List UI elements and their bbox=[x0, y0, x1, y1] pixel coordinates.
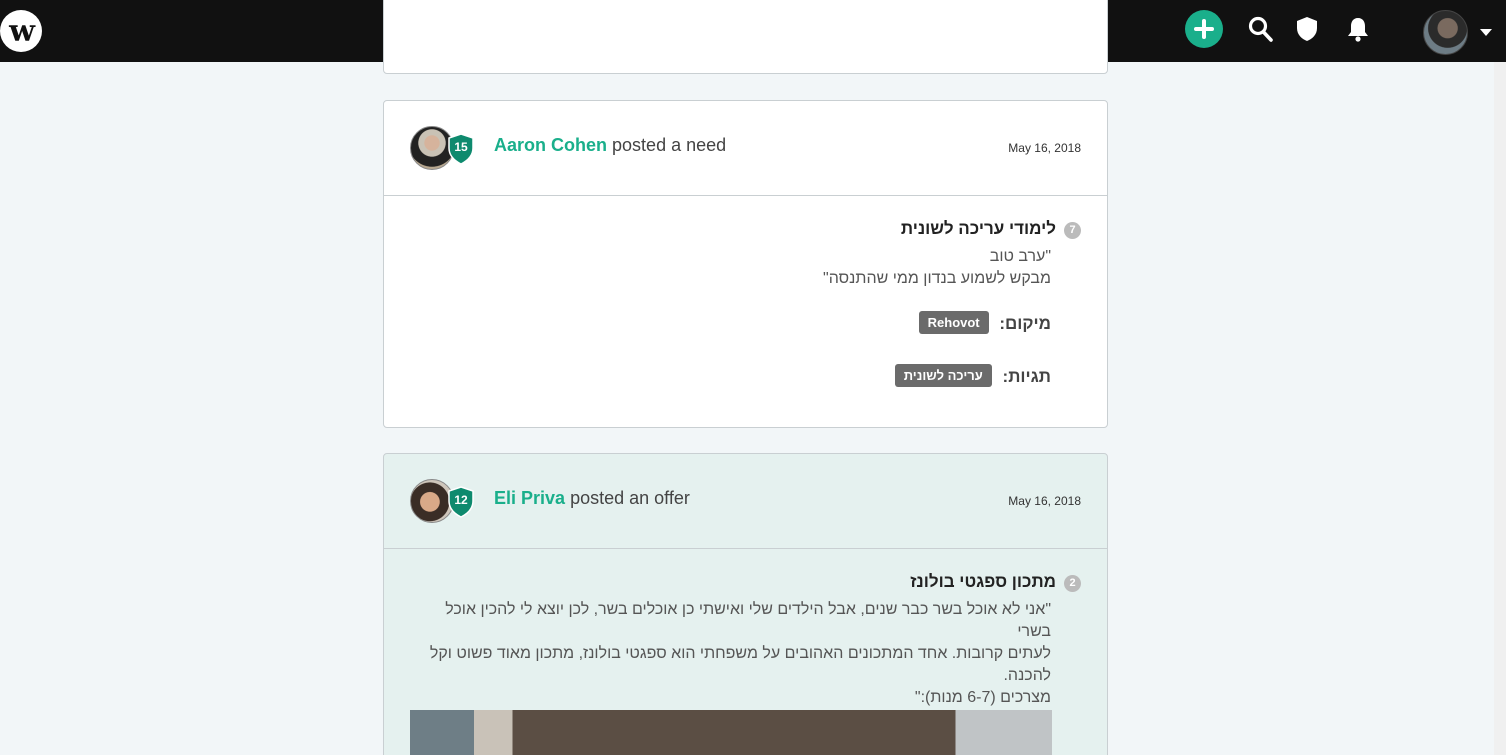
logo-icon[interactable]: w bbox=[0, 10, 42, 52]
reply-count-badge: 7 bbox=[1064, 222, 1081, 239]
post-date: May 16, 2018 bbox=[1008, 141, 1081, 155]
level-number: 12 bbox=[454, 493, 468, 507]
reply-count-badge: 2 bbox=[1064, 575, 1081, 592]
author-name-link[interactable]: Aaron Cohen bbox=[494, 135, 607, 155]
caret-down-icon[interactable] bbox=[1480, 29, 1492, 36]
add-post-button[interactable] bbox=[1185, 10, 1223, 48]
user-avatar[interactable] bbox=[1423, 10, 1468, 55]
post-action: posted an offer bbox=[570, 488, 690, 508]
location-row: מיקום: Rehovot bbox=[918, 311, 1051, 334]
level-badge: 15 bbox=[448, 133, 474, 165]
post-card: 12 Eli Priva posted an offer May 16, 201… bbox=[383, 453, 1108, 755]
post-card: 15 Aaron Cohen posted a need May 16, 201… bbox=[383, 100, 1108, 428]
post-date: May 16, 2018 bbox=[1008, 494, 1081, 508]
location-tag[interactable]: Rehovot bbox=[918, 311, 989, 334]
location-label: מיקום: bbox=[999, 314, 1051, 333]
post-body-line: לעתים קרובות. אחד המתכונים האהובים על מש… bbox=[429, 645, 1051, 662]
post-image[interactable] bbox=[410, 710, 1052, 755]
previous-post-card bbox=[383, 0, 1108, 74]
post-action: posted a need bbox=[612, 135, 727, 155]
post-body-line: להכנה. bbox=[1003, 667, 1051, 684]
post-headline: Aaron Cohen posted a need bbox=[494, 135, 726, 156]
tag-chip[interactable]: עריכה לשונית bbox=[894, 364, 992, 387]
post-body: "אני לא אוכל בשר כבר שנים, אבל הילדים של… bbox=[409, 599, 1051, 709]
post-body: "ערב טוב מבקש לשמוע בנדון ממי שהתנסה" bbox=[823, 246, 1051, 290]
search-icon[interactable] bbox=[1248, 15, 1274, 43]
level-number: 15 bbox=[454, 140, 468, 154]
post-title-text: מתכון ספגטי בולונז bbox=[910, 572, 1056, 591]
author-name-link[interactable]: Eli Priva bbox=[494, 488, 565, 508]
tags-row: תגיות: עריכה לשונית bbox=[894, 364, 1051, 387]
post-header: 12 Eli Priva posted an offer May 16, 201… bbox=[384, 454, 1107, 549]
post-title[interactable]: 7 לימודי עריכה לשונית bbox=[901, 219, 1081, 239]
post-header: 15 Aaron Cohen posted a need May 16, 201… bbox=[384, 101, 1107, 196]
shield-icon[interactable] bbox=[1294, 15, 1320, 43]
post-body-line: מבקש לשמוע בנדון ממי שהתנסה" bbox=[823, 270, 1051, 287]
post-body-line: "ערב טוב bbox=[989, 248, 1051, 265]
post-title[interactable]: 2 מתכון ספגטי בולונז bbox=[910, 572, 1081, 592]
post-title-text: לימודי עריכה לשונית bbox=[900, 219, 1056, 238]
post-headline: Eli Priva posted an offer bbox=[494, 488, 690, 509]
post-body-line: "אני לא אוכל בשר כבר שנים, אבל הילדים של… bbox=[445, 601, 1051, 640]
scrollbar[interactable] bbox=[1494, 62, 1506, 755]
bell-icon[interactable] bbox=[1345, 15, 1371, 43]
post-body-line: מצרכים (6-7 מנות):" bbox=[914, 689, 1051, 706]
tags-label: תגיות: bbox=[1002, 367, 1051, 386]
level-badge: 12 bbox=[448, 486, 474, 518]
